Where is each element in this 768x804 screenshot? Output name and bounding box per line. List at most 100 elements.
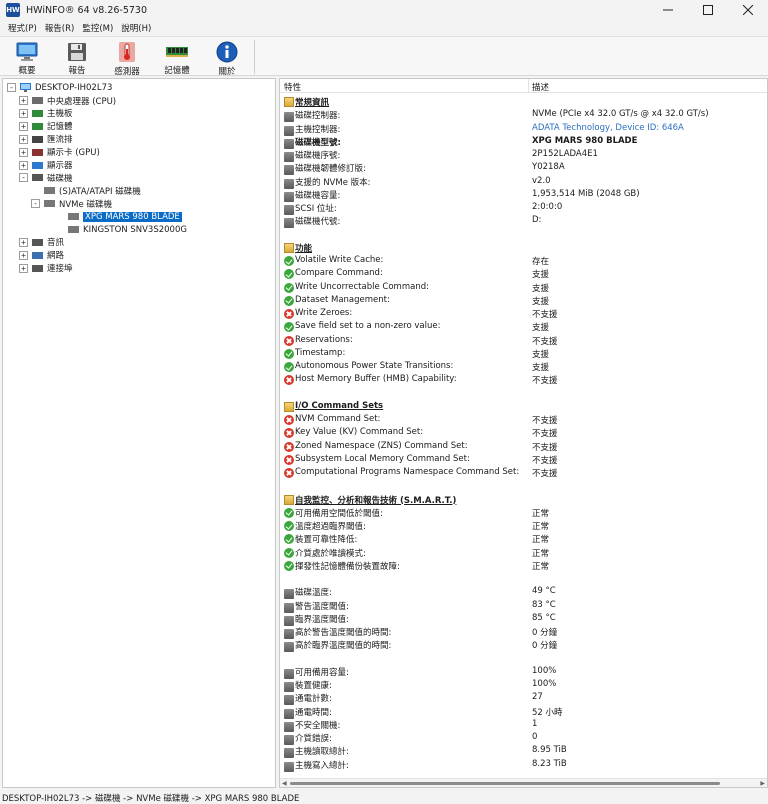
scrollbar-thumb[interactable] <box>290 782 720 785</box>
tree-expander[interactable]: + <box>19 250 28 260</box>
detail-row[interactable]: 裝置可靠性降低: 正常 <box>280 532 767 545</box>
scroll-right-icon[interactable]: ▶ <box>760 780 765 787</box>
tree-item[interactable]: + 顯示卡 (GPU) <box>19 146 100 159</box>
detail-row[interactable]: Autonomous Power State Transitions: 支援 <box>280 360 767 373</box>
tree-item[interactable]: + 顯示器 <box>19 159 73 172</box>
tree-item[interactable]: + 主機板 <box>19 107 73 120</box>
maximize-button[interactable] <box>688 0 728 20</box>
detail-row[interactable]: 不安全關機: 1 <box>280 718 767 732</box>
tree-expander[interactable]: + <box>19 147 28 157</box>
tree-expander[interactable]: + <box>19 96 28 105</box>
detail-row[interactable]: SCSI 位址: 2:0:0:0 <box>280 201 767 215</box>
about-button[interactable]: 關於 <box>202 37 252 77</box>
detail-row[interactable]: Key Value (KV) Command Set: 不支援 <box>280 426 767 439</box>
feature-value: 2:0:0:0 <box>532 202 563 212</box>
detail-row[interactable]: 警告溫度閾值: 83 °C <box>280 599 767 613</box>
detail-row[interactable]: Save field set to a non-zero value: 支援 <box>280 320 767 333</box>
detail-row[interactable]: Host Memory Buffer (HMB) Capability: 不支援 <box>280 373 767 386</box>
detail-row[interactable]: Write Uncorrectable Command: 支援 <box>280 281 767 294</box>
detail-row[interactable]: Volatile Write Cache: 存在 <box>280 254 767 267</box>
col-feature-header[interactable]: 特性 <box>284 81 301 93</box>
tree-expander[interactable]: - <box>31 199 40 209</box>
detail-row[interactable]: 高於警告溫度閾值的時間: 0 分鐘 <box>280 625 767 639</box>
tree-item[interactable]: - 磁碟機 <box>19 171 73 184</box>
detail-row[interactable]: 磁碟機代號: D: <box>280 214 767 229</box>
thermometer-icon <box>116 41 138 63</box>
tree-item[interactable]: (S)ATA/ATAPI 磁碟機 <box>31 184 141 197</box>
feature-value: 支援 <box>532 270 550 281</box>
tree-expander[interactable]: + <box>19 121 28 131</box>
tree-expander[interactable]: + <box>19 237 28 247</box>
tree-item[interactable]: + 網路 <box>19 249 64 262</box>
menu-program[interactable]: 程式(P) <box>4 22 41 34</box>
detail-row[interactable]: 主機控制器: ADATA Technology, Device ID: 646A <box>280 122 767 136</box>
menu-report[interactable]: 報告(R) <box>41 22 79 34</box>
report-button[interactable]: 報告 <box>52 37 102 76</box>
feature-value: 不支援 <box>532 416 558 426</box>
minimize-button[interactable] <box>648 0 688 20</box>
device-tree[interactable]: - DESKTOP-IH02L73 + 中央處理器 (CPU) + 主機板 + 記憶體 + 匯… <box>2 78 276 788</box>
detail-row[interactable]: Compare Command: 支援 <box>280 267 767 280</box>
section-header[interactable]: 常規資訊 <box>280 95 767 108</box>
tree-expander[interactable]: - <box>19 173 28 183</box>
menu-help[interactable]: 說明(H) <box>117 22 155 34</box>
detail-row[interactable]: 介質錯誤: 0 <box>280 731 767 745</box>
detail-row[interactable]: 揮發性記憶體備份裝置故障: 正常 <box>280 559 767 572</box>
detail-row[interactable]: Write Zeroes: 不支援 <box>280 307 767 320</box>
detail-row[interactable]: 溫度超過臨界閾值: 正常 <box>280 519 767 532</box>
close-button[interactable] <box>728 0 768 20</box>
tree-item[interactable]: KINGSTON SNV3S2000G <box>55 223 187 236</box>
tree-root[interactable]: - DESKTOP-IH02L73 <box>7 81 112 94</box>
detail-row[interactable]: 裝置健康: 100% <box>280 678 767 692</box>
detail-row[interactable]: Computational Programs Namespace Command… <box>280 466 767 479</box>
vendor-link[interactable]: ADATA Technology, Device ID: 646A <box>532 123 684 133</box>
detail-row[interactable]: Subsystem Local Memory Command Set: 不支援 <box>280 453 767 466</box>
detail-row[interactable]: 主機寫入總計: 8.23 TiB <box>280 758 767 772</box>
detail-row[interactable]: Zoned Namespace (ZNS) Command Set: 不支援 <box>280 440 767 453</box>
details-pane[interactable]: 特性 描述 常規資訊 磁碟控制器: NVMe (PCIe x4 32.0 GT/s … <box>279 78 768 788</box>
tree-expander[interactable]: + <box>19 134 28 144</box>
detail-row[interactable]: Reservations: 不支援 <box>280 334 767 347</box>
section-header[interactable]: I/O Command Sets <box>280 400 767 413</box>
detail-row[interactable]: 磁碟溫度: 49 °C <box>280 585 767 600</box>
tree-expander[interactable]: - <box>7 83 16 92</box>
tree-item[interactable]: + 連接埠 <box>19 262 73 275</box>
detail-row[interactable]: 磁碟機韌體修訂版: Y0218A <box>280 161 767 176</box>
detail-row[interactable]: 通電計數: 27 <box>280 691 767 706</box>
detail-row[interactable]: 可用備用空間低於閾值: 正常 <box>280 506 767 519</box>
detail-row[interactable]: NVM Command Set: 不支援 <box>280 413 767 426</box>
sensors-button[interactable]: 感測器 <box>102 37 152 77</box>
detail-row[interactable]: 磁碟控制器: NVMe (PCIe x4 32.0 GT/s @ x4 32.0 … <box>280 108 767 123</box>
tree-item[interactable]: + 音訊 <box>19 236 64 249</box>
tree-item[interactable]: - NVMe 磁碟機 <box>31 197 112 210</box>
tree-item[interactable]: + 匯流排 <box>19 133 73 146</box>
horizontal-scrollbar[interactable]: ◀ ▶ <box>280 778 767 787</box>
memory-button[interactable]: 記憶體 <box>152 37 202 76</box>
menu-monitor[interactable]: 監控(M) <box>78 22 117 34</box>
detail-row[interactable]: Dataset Management: 支援 <box>280 294 767 307</box>
section-header[interactable]: 功能 <box>280 241 767 254</box>
detail-row[interactable]: 主機讀取總計: 8.95 TiB <box>280 744 767 759</box>
tree-item[interactable]: XPG MARS 980 BLADE <box>55 210 182 223</box>
detail-row[interactable]: 支援的 NVMe 版本: v2.0 <box>280 175 767 189</box>
detail-row[interactable]: 可用備用容量: 100% <box>280 665 767 679</box>
tree-item[interactable]: + 記憶體 <box>19 120 73 133</box>
detail-row[interactable]: 介質處於唯讀模式: 正常 <box>280 546 767 559</box>
tree-expander[interactable]: + <box>19 263 28 273</box>
col-description-header[interactable]: 描述 <box>532 81 549 93</box>
summary-button[interactable]: 概要 <box>2 37 52 76</box>
spacer-row <box>280 572 767 585</box>
detail-row[interactable]: Timestamp: 支援 <box>280 347 767 360</box>
column-divider[interactable] <box>528 79 529 93</box>
scroll-left-icon[interactable]: ◀ <box>282 780 287 787</box>
detail-row[interactable]: 磁碟機序號: 2P152LADA4E1 <box>280 148 767 162</box>
tree-expander[interactable]: + <box>19 160 28 170</box>
tree-expander[interactable]: + <box>19 108 28 118</box>
section-header[interactable]: 自我監控、分析和報告技術 (S.M.A.R.T.) <box>280 493 767 506</box>
detail-row[interactable]: 高於臨界溫度閾值的時間: 0 分鐘 <box>280 638 767 653</box>
detail-row[interactable]: 磁碟機型號: XPG MARS 980 BLADE <box>280 135 767 149</box>
detail-row[interactable]: 通電時間: 52 小時 <box>280 705 767 719</box>
tree-item[interactable]: + 中央處理器 (CPU) <box>19 94 116 107</box>
detail-row[interactable]: 磁碟機容量: 1,953,514 MiB (2048 GB) <box>280 188 767 202</box>
detail-row[interactable]: 臨界溫度閾值: 85 °C <box>280 612 767 626</box>
